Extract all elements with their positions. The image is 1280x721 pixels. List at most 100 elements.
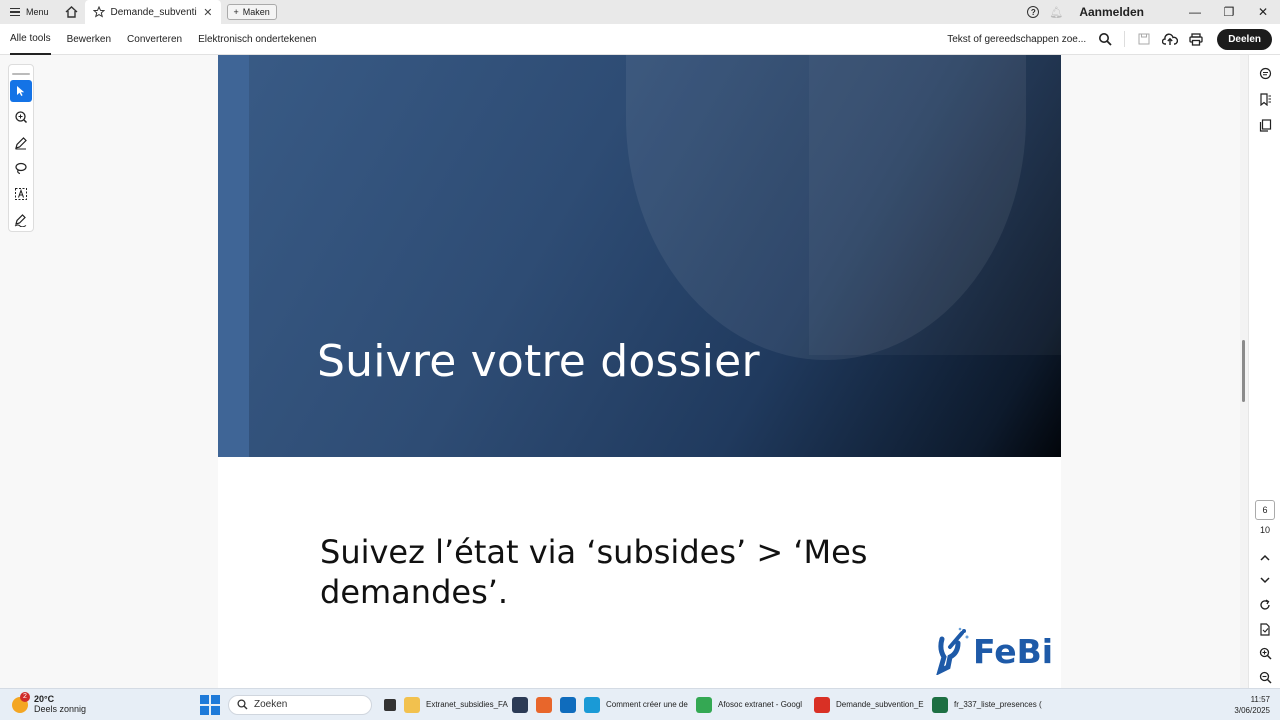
search-icon	[237, 699, 248, 710]
browser-tab-bar: Menu Demande_subventio... ✕ + Maken ? 🔔︎…	[0, 0, 1280, 24]
background-panel	[809, 55, 1061, 355]
app-icon	[696, 696, 712, 713]
right-rail: 6 10	[1248, 55, 1280, 688]
clock-date: 3/06/2025	[1234, 705, 1270, 715]
weather-widget[interactable]: 2 20°C Deels zonnig	[0, 691, 200, 715]
chevron-up-icon[interactable]	[1249, 545, 1280, 569]
bookmark-icon[interactable]	[1249, 87, 1280, 111]
slide-side-band	[218, 55, 249, 457]
app-icon	[932, 696, 948, 713]
slide-body-text: Suivez l’état via ‘subsides’ > ‘Mes dema…	[320, 533, 868, 611]
hamburger-icon	[10, 8, 20, 16]
sign-tool-button[interactable]	[10, 209, 32, 231]
weather-temp: 20°C	[34, 694, 55, 704]
pen-icon	[15, 136, 27, 150]
comment-tool-button[interactable]	[10, 106, 32, 128]
signature-icon	[14, 214, 27, 228]
close-tab-icon[interactable]: ✕	[203, 6, 212, 19]
menu-button[interactable]: Menu	[0, 0, 59, 24]
start-button[interactable]	[200, 694, 220, 715]
app-icon	[560, 696, 576, 713]
scrollbar-thumb[interactable]	[1242, 340, 1245, 402]
sign-in-button[interactable]: Aanmelden	[1079, 5, 1144, 19]
app-label: Afosoc extranet - Googl	[718, 700, 803, 709]
taskview-button[interactable]	[380, 689, 400, 721]
tab-convert[interactable]: Converteren	[119, 24, 190, 55]
app-icon	[536, 696, 552, 713]
taskview-icon	[384, 698, 396, 711]
cursor-icon	[17, 85, 25, 96]
tab-edit[interactable]: Bewerken	[59, 24, 119, 55]
home-button[interactable]	[59, 0, 85, 24]
system-clock[interactable]: 11:57 3/06/2025	[1234, 694, 1280, 716]
draw-tool-button[interactable]	[10, 132, 32, 154]
help-icon[interactable]: ?	[1027, 6, 1040, 18]
star-icon[interactable]	[92, 6, 105, 18]
taskbar-app-5[interactable]: Afosoc extranet - Googl	[692, 689, 810, 721]
current-page-input[interactable]: 6	[1255, 500, 1275, 520]
quick-tools	[8, 64, 34, 232]
pages-icon[interactable]	[1249, 113, 1280, 137]
app-icon	[584, 696, 600, 713]
taskbar-search-input[interactable]: Zoeken	[228, 694, 372, 715]
plus-icon: +	[233, 7, 239, 17]
text-box-icon	[15, 188, 27, 201]
share-button[interactable]: Deelen	[1217, 28, 1272, 50]
new-tab-label: Maken	[242, 7, 270, 17]
bell-icon[interactable]: 🔔︎	[1049, 6, 1063, 19]
restore-icon[interactable]: ❐	[1212, 0, 1246, 24]
minimize-icon[interactable]: —	[1178, 0, 1212, 24]
febi-logo: FeBi	[936, 627, 1053, 675]
close-window-icon[interactable]: ✕	[1246, 0, 1280, 24]
taskbar-app-4[interactable]: Comment créer une de	[580, 689, 692, 721]
tab-all-tools[interactable]: Alle tools	[10, 24, 51, 55]
taskbar-app-1[interactable]	[508, 689, 532, 721]
taskbar-app-7[interactable]: fr_337_liste_presences (	[928, 689, 1044, 721]
document-viewport[interactable]: Suivre votre dossier Suivez l’état via ‘…	[218, 55, 1061, 688]
comment-zoom-icon	[15, 111, 28, 123]
page-tools-icon[interactable]	[1249, 617, 1280, 641]
notification-badge: 2	[20, 691, 30, 702]
search-icon[interactable]	[1092, 26, 1118, 52]
print-icon[interactable]	[1183, 26, 1209, 52]
taskbar-app-0[interactable]: Extranet_subsidies_FAQ	[400, 689, 508, 721]
drag-handle[interactable]	[12, 73, 30, 75]
left-panel	[0, 55, 218, 688]
taskbar-app-2[interactable]	[532, 689, 556, 721]
weather-sun-icon: 2	[12, 691, 30, 713]
total-pages: 10	[1259, 525, 1270, 535]
upload-cloud-icon[interactable]	[1157, 26, 1183, 52]
tab-e-sign[interactable]: Elektronisch ondertekenen	[190, 24, 324, 55]
document-tab[interactable]: Demande_subventio... ✕	[84, 0, 221, 24]
clock-time: 11:57	[1250, 694, 1270, 704]
app-label: fr_337_liste_presences (	[954, 700, 1042, 709]
text-recognition-button[interactable]	[10, 183, 32, 205]
save-icon[interactable]	[1131, 26, 1157, 52]
select-tool-button[interactable]	[10, 79, 32, 102]
zoom-out-icon[interactable]	[1249, 665, 1280, 689]
app-label: Demande_subvention_E	[836, 700, 924, 709]
app-toolbar: Alle tools Bewerken Converteren Elektron…	[0, 24, 1280, 55]
right-gutter	[1061, 55, 1248, 688]
app-label: Comment créer une de	[606, 700, 688, 709]
app-label: Extranet_subsidies_FAQ	[426, 700, 508, 709]
taskbar-app-6[interactable]: Demande_subvention_E	[810, 689, 928, 721]
windows-taskbar: 2 20°C Deels zonnig Zoeken Extranet_subs…	[0, 688, 1280, 720]
chevron-down-icon[interactable]	[1249, 568, 1280, 592]
app-icon	[512, 696, 528, 713]
logo-text: FeBi	[973, 631, 1054, 671]
freehand-tool-button[interactable]	[10, 157, 32, 179]
comments-icon[interactable]	[1249, 61, 1280, 85]
menu-label: Menu	[26, 7, 49, 17]
taskbar-app-3[interactable]	[556, 689, 580, 721]
zoom-in-icon[interactable]	[1249, 641, 1280, 665]
tab-title: Demande_subventio...	[110, 6, 198, 18]
weather-desc: Deels zonnig	[34, 704, 87, 714]
refresh-icon[interactable]	[1249, 593, 1280, 617]
tool-search-input[interactable]: Tekst of gereedschappen zoe...	[947, 34, 1086, 45]
lasso-icon	[15, 163, 27, 175]
febi-logo-mark-icon	[936, 627, 969, 675]
slide-heading: Suivre votre dossier	[317, 336, 760, 387]
new-tab-button[interactable]: + Maken	[226, 4, 277, 20]
app-icon	[404, 696, 420, 713]
